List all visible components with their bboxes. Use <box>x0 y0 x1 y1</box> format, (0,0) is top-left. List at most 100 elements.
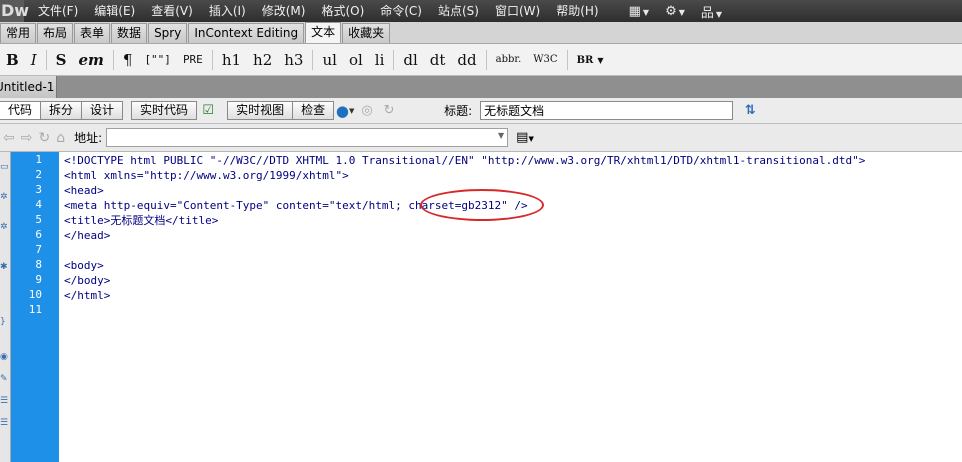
h3-button[interactable]: h3 <box>278 48 309 72</box>
balance-braces-icon[interactable]: } <box>0 317 6 327</box>
strong-button[interactable]: S <box>50 48 73 72</box>
dd-button[interactable]: dd <box>451 48 482 72</box>
w3c-acronym-button[interactable]: W3C <box>527 48 563 72</box>
tab-common[interactable]: 常用 <box>0 23 37 43</box>
code-line: <html xmlns="http://www.w3.org/1999/xhtm… <box>64 169 349 182</box>
apply-comment-icon[interactable]: ✎ <box>0 374 8 384</box>
reload-icon[interactable]: ↻ <box>35 130 53 146</box>
live-code-button[interactable]: 实时代码 <box>131 101 198 120</box>
line-number: 7 <box>35 243 42 256</box>
dl-button[interactable]: dl <box>397 48 423 72</box>
code-line: <!DOCTYPE html PUBLIC "-//W3C//DTD XHTML… <box>64 154 866 167</box>
collapse-tag-icon[interactable]: ✲ <box>0 192 8 202</box>
line-number: 6 <box>35 228 42 241</box>
toolbar-divider <box>112 49 114 70</box>
design-view-button[interactable]: 设计 <box>81 101 124 120</box>
validate-icon[interactable]: ☑ <box>197 101 219 120</box>
tab-text[interactable]: 文本 <box>305 22 342 43</box>
blockquote-button[interactable]: [""] <box>138 48 177 72</box>
tab-favorites[interactable]: 收藏夹 <box>342 23 391 43</box>
chevron-down-icon[interactable]: ▼ <box>498 131 504 140</box>
coding-toolbar: ▭ ✲ ✲ ✱ } ◉ ✎ ☰ ☰ <box>0 152 11 462</box>
toolbar-divider <box>312 49 314 70</box>
menu-file[interactable]: 文件(F) <box>30 0 86 22</box>
menu-site[interactable]: 站点(S) <box>430 0 487 22</box>
bold-button[interactable]: B <box>0 48 25 72</box>
ol-button[interactable]: ol <box>343 48 369 72</box>
document-tab-untitled[interactable]: Untitled-1 <box>0 76 57 98</box>
address-bar: ⇦ ⇨ ↻ ⌂ 地址: ▼ ▤▼ <box>0 124 962 152</box>
open-documents-icon[interactable]: ▭ <box>0 162 9 172</box>
browser-navigation-options-icon[interactable]: ▤▼ <box>516 130 534 145</box>
menu-edit[interactable]: 编辑(E) <box>86 0 143 22</box>
line-number: 1 <box>35 153 42 166</box>
toolbar-divider <box>45 49 47 70</box>
menu-help[interactable]: 帮助(H) <box>548 0 606 22</box>
visual-aids-icon[interactable]: ◎ <box>356 101 378 120</box>
em-button[interactable]: em <box>72 48 109 72</box>
li-button[interactable]: li <box>369 48 391 72</box>
expand-all-icon[interactable]: ✲ <box>0 222 8 232</box>
tab-layout[interactable]: 布局 <box>37 23 74 43</box>
dt-button[interactable]: dt <box>424 48 452 72</box>
tab-incontext-editing[interactable]: InContext Editing <box>188 23 305 43</box>
inspect-button[interactable]: 检查 <box>292 101 335 120</box>
remove-comment-icon[interactable]: ☰ <box>0 396 8 406</box>
ul-button[interactable]: ul <box>316 48 342 72</box>
menu-format[interactable]: 格式(O) <box>313 0 372 22</box>
italic-button[interactable]: I <box>25 48 43 72</box>
line-number: 3 <box>35 183 42 196</box>
abbr-button[interactable]: abbr. <box>490 48 528 72</box>
paragraph-button[interactable]: ¶ <box>117 48 139 72</box>
app-logo: Dw <box>0 0 30 22</box>
forward-icon[interactable]: ⇨ <box>18 130 36 146</box>
file-management-icon[interactable]: ⇅ <box>739 101 761 120</box>
toolbar-divider <box>566 49 568 70</box>
highlight-invalid-icon[interactable]: ◉ <box>0 352 8 362</box>
layout-icon[interactable]: ▦ ▼ <box>621 4 657 19</box>
globe-preview-icon[interactable]: ● ▼ <box>334 101 356 120</box>
menu-commands[interactable]: 命令(C) <box>372 0 430 22</box>
select-parent-icon[interactable]: ✱ <box>0 262 8 272</box>
h2-button[interactable]: h2 <box>247 48 278 72</box>
refresh-icon[interactable]: ↻ <box>378 101 400 120</box>
title-input[interactable] <box>480 101 734 120</box>
code-line: </body> <box>64 274 111 287</box>
tab-spry[interactable]: Spry <box>148 23 188 43</box>
wrap-tag-icon[interactable]: ☰ <box>0 418 8 428</box>
code-line: <body> <box>64 259 104 272</box>
toolbar-divider <box>393 49 395 70</box>
document-toolbar: 代码 拆分 设计 实时代码 ☑ 实时视图 检查 ●▼ ◎ ↻ 标题: ⇅ <box>0 98 962 124</box>
characters-button[interactable]: BR ▼ <box>571 48 610 72</box>
home-icon[interactable]: ⌂ <box>53 130 68 146</box>
live-view-button[interactable]: 实时视图 <box>227 101 294 120</box>
code-view-button[interactable]: 代码 <box>0 101 42 120</box>
insert-bar: 常用 布局 表单 数据 Spry InContext Editing 文本 收藏… <box>0 22 962 44</box>
split-view-button[interactable]: 拆分 <box>40 101 83 120</box>
site-icon[interactable]: 品 ▼ <box>693 2 730 21</box>
h1-button[interactable]: h1 <box>216 48 247 72</box>
menu-bar: Dw 文件(F) 编辑(E) 查看(V) 插入(I) 修改(M) 格式(O) 命… <box>0 0 962 22</box>
code-line: <title>无标题文档</title> <box>64 214 219 227</box>
back-icon[interactable]: ⇦ <box>0 130 18 146</box>
line-number: 2 <box>35 168 42 181</box>
address-label: 地址: <box>74 131 103 145</box>
charset-highlight-annotation <box>420 189 544 221</box>
menu-modify[interactable]: 修改(M) <box>254 0 314 22</box>
line-number-gutter: 1 2 3 4 5 6 7 8 9 10 11 <box>11 152 59 462</box>
toolbar-divider <box>211 49 213 70</box>
address-input[interactable]: ▼ <box>106 128 509 147</box>
menu-window[interactable]: 窗口(W) <box>487 0 548 22</box>
pre-button[interactable]: PRE <box>177 48 209 72</box>
line-number: 8 <box>35 258 42 271</box>
document-tabs: Untitled-1 <box>0 76 962 98</box>
menu-view[interactable]: 查看(V) <box>143 0 201 22</box>
gear-icon[interactable]: ⚙ ▼ <box>657 4 693 19</box>
line-number: 9 <box>35 273 42 286</box>
tab-forms[interactable]: 表单 <box>74 23 111 43</box>
code-line: </head> <box>64 229 111 242</box>
title-label: 标题: <box>444 104 473 118</box>
menu-insert[interactable]: 插入(I) <box>201 0 254 22</box>
tab-data[interactable]: 数据 <box>111 23 148 43</box>
code-line: <head> <box>64 184 104 197</box>
